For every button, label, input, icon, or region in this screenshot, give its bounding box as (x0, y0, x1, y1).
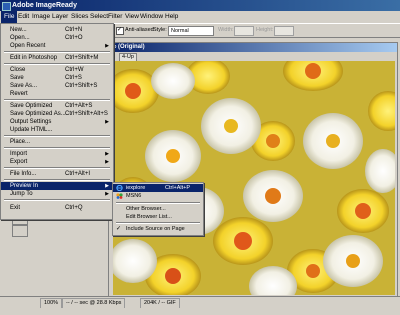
daffodil-photo (113, 61, 395, 295)
submenu-arrow-icon: ▶ (105, 43, 109, 49)
menu-item-preview-in[interactable]: Preview In ▶ (1, 182, 113, 190)
document-title: % (Original) (111, 44, 145, 50)
width-field[interactable] (234, 26, 254, 36)
menu-item-open[interactable]: Open... Ctrl+O (1, 34, 113, 42)
menu-item-save[interactable]: Save Ctrl+S (1, 74, 113, 82)
width-label: Width: (218, 27, 234, 33)
submenu-arrow-icon: ▶ (105, 151, 109, 157)
document-tabs: 4-Up (109, 52, 397, 62)
preview-in-submenu: iexplore Ctrl+Alt+P MSN6 Other Browser...… (112, 182, 204, 236)
menu-item-output-settings[interactable]: Output Settings ▶ (1, 118, 113, 126)
menu-item-close[interactable]: Close Ctrl+W (1, 66, 113, 74)
msn-butterfly-icon (116, 193, 123, 199)
anti-aliased-label: Anti-aliased (125, 27, 154, 33)
document-title-bar: % (Original) (109, 43, 397, 52)
menu-item-import[interactable]: Import ▶ (1, 150, 113, 158)
style-select-value: Normal (171, 28, 189, 34)
height-label: Height: (256, 27, 274, 33)
tool-button[interactable] (12, 225, 28, 237)
app-title: Adobe ImageReady (12, 2, 77, 9)
height-field[interactable] (274, 26, 294, 36)
submenu-arrow-icon: ▶ (105, 159, 109, 165)
imageready-app-icon (2, 2, 11, 11)
style-select[interactable]: Normal (168, 26, 214, 36)
submenu-item-iexplore[interactable]: iexplore Ctrl+Alt+P (113, 184, 203, 192)
menu-help[interactable]: Help (162, 11, 181, 23)
file-menu: New... Ctrl+N Open... Ctrl+O Open Recent ▶ … (0, 23, 114, 220)
menu-item-jump-to[interactable]: Jump To ▶ (1, 190, 113, 198)
menu-item-update-html[interactable]: Update HTML... (1, 126, 113, 134)
menu-item-place[interactable]: Place... (1, 138, 113, 146)
anti-aliased-checkbox[interactable] (116, 24, 124, 37)
submenu-item-msn6[interactable]: MSN6 (113, 192, 203, 200)
menu-item-revert[interactable]: Revert (1, 90, 113, 98)
menu-item-file-info[interactable]: File Info... Ctrl+Alt+I (1, 170, 113, 178)
menu-item-open-recent[interactable]: Open Recent ▶ (1, 42, 113, 50)
submenu-arrow-icon: ▶ (105, 191, 109, 197)
submenu-item-include-source[interactable]: ✓ Include Source on Page (113, 225, 203, 233)
style-label: Style: (153, 27, 167, 33)
menu-item-save-optimized-as[interactable]: Save Optimized As... Ctrl+Shift+Alt+S (1, 110, 113, 118)
menu-item-save-as[interactable]: Save As... Ctrl+Shift+S (1, 82, 113, 90)
submenu-arrow-icon: ▶ (105, 183, 109, 189)
submenu-arrow-icon: ▶ (105, 119, 109, 125)
menu-item-edit-in-photoshop[interactable]: Edit in Photoshop Ctrl+Shift+M (1, 54, 113, 62)
menu-item-save-optimized[interactable]: Save Optimized Ctrl+Alt+S (1, 102, 113, 110)
menu-item-new[interactable]: New... Ctrl+N (1, 26, 113, 34)
image-canvas[interactable] (113, 61, 395, 295)
submenu-item-other-browser[interactable]: Other Browser... (113, 205, 203, 213)
bottom-edge (0, 308, 400, 315)
menu-item-export[interactable]: Export ▶ (1, 158, 113, 166)
menu-item-exit[interactable]: Exit Ctrl+Q (1, 204, 113, 212)
app-title-bar: Adobe ImageReady (0, 0, 400, 11)
internet-explorer-icon (116, 184, 123, 192)
submenu-item-edit-browser-list[interactable]: Edit Browser List... (113, 213, 203, 221)
checkmark-icon: ✓ (116, 226, 122, 232)
